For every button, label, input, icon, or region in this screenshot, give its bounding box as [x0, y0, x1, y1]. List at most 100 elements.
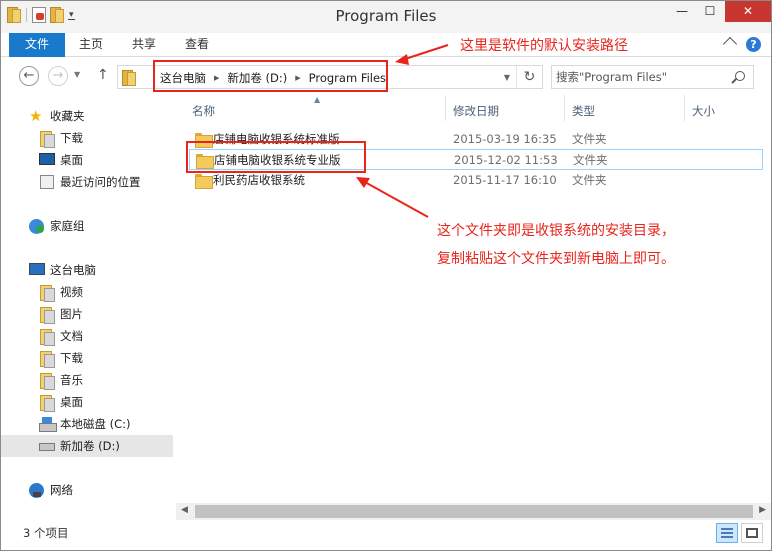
- downloads-folder-icon: [40, 131, 55, 148]
- sidebar-item-pictures[interactable]: 图片: [1, 303, 173, 325]
- recent-locations-dropdown-icon[interactable]: ▼: [74, 70, 80, 79]
- videos-folder-icon: [40, 285, 55, 302]
- column-header-date[interactable]: 修改日期: [453, 103, 499, 119]
- computer-icon: [29, 263, 45, 275]
- address-dropdown-icon[interactable]: ▼: [504, 73, 510, 82]
- sidebar-item-documents[interactable]: 文档: [1, 325, 173, 347]
- desktop-folder-icon: [40, 395, 55, 412]
- file-type: 文件夹: [573, 153, 608, 167]
- sidebar-item-label: 新加卷 (D:): [60, 439, 120, 453]
- sidebar-item-downloads-pc[interactable]: 下载: [1, 347, 173, 369]
- sidebar-item-label: 最近访问的位置: [60, 175, 141, 189]
- search-box[interactable]: [551, 65, 754, 89]
- network-icon: [29, 483, 44, 498]
- address-highlight-box: [153, 60, 388, 92]
- sort-ascending-icon: ▲: [314, 95, 321, 104]
- desktop-icon: [39, 153, 55, 165]
- sidebar-item-homegroup[interactable]: 家庭组: [1, 215, 173, 237]
- sidebar-item-label: 下载: [60, 351, 83, 365]
- close-button[interactable]: ✕: [725, 1, 771, 22]
- music-folder-icon: [40, 373, 55, 390]
- title-bar: ▾ Program Files — ☐ ✕: [1, 1, 771, 33]
- sidebar-item-label: 本地磁盘 (C:): [60, 417, 131, 431]
- folder-highlight-box: [186, 141, 366, 173]
- tab-home[interactable]: 主页: [79, 33, 103, 57]
- sidebar-item-network[interactable]: 网络: [1, 479, 173, 501]
- folder-icon: [195, 174, 213, 189]
- sidebar-item-downloads[interactable]: 下载: [1, 127, 173, 149]
- sidebar-item-recent[interactable]: 最近访问的位置: [1, 171, 173, 193]
- sidebar-item-label: 桌面: [60, 395, 83, 409]
- sidebar-item-label: 视频: [60, 285, 83, 299]
- file-date: 2015-12-02 11:53: [454, 153, 558, 167]
- file-type: 文件夹: [572, 132, 607, 146]
- sidebar-item-this-pc[interactable]: 这台电脑: [1, 259, 173, 281]
- refresh-button[interactable]: ↻: [516, 66, 542, 88]
- back-button[interactable]: ←: [19, 66, 39, 86]
- drive-icon: [39, 443, 55, 451]
- search-icon[interactable]: [735, 71, 745, 81]
- sidebar-item-label: 网络: [50, 483, 73, 497]
- file-type: 文件夹: [572, 173, 607, 187]
- tab-file[interactable]: 文件: [9, 33, 65, 57]
- sidebar-item-label: 这台电脑: [50, 263, 96, 277]
- path-annotation: 这里是软件的默认安装路径: [460, 38, 628, 54]
- tab-view[interactable]: 查看: [185, 33, 209, 57]
- tab-share[interactable]: 共享: [132, 33, 156, 57]
- folder-icon: [122, 70, 136, 86]
- scrollbar-thumb[interactable]: [195, 505, 753, 518]
- sidebar-item-videos[interactable]: 视频: [1, 281, 173, 303]
- ribbon-tabs: 文件 主页 共享 查看 ?: [1, 33, 771, 57]
- large-icons-view-icon: [746, 528, 758, 538]
- column-divider[interactable]: [564, 95, 565, 121]
- folder-annotation-line2: 复制粘贴这个文件夹到新电脑上即可。: [437, 251, 675, 267]
- sidebar-item-label: 收藏夹: [50, 109, 85, 123]
- minimize-button[interactable]: —: [669, 1, 695, 22]
- navigation-pane: ★ 收藏夹 下载 桌面 最近访问的位置 家庭组 这台电脑 视频 图片 文档 下载…: [1, 95, 176, 519]
- maximize-button[interactable]: ☐: [697, 1, 723, 22]
- sidebar-item-label: 桌面: [60, 153, 83, 167]
- column-header-size[interactable]: 大小: [692, 103, 715, 119]
- sidebar-item-label: 家庭组: [50, 219, 85, 233]
- scroll-right-icon[interactable]: ▶: [759, 505, 766, 515]
- window-title: Program Files: [335, 7, 437, 25]
- sidebar-item-desktop[interactable]: 桌面: [1, 149, 173, 171]
- scroll-left-icon[interactable]: ◀: [181, 505, 188, 515]
- sidebar-item-music[interactable]: 音乐: [1, 369, 173, 391]
- sidebar-item-label: 文档: [60, 329, 83, 343]
- horizontal-scrollbar[interactable]: ◀ ▶: [176, 503, 771, 520]
- up-button[interactable]: ↑: [97, 67, 109, 83]
- file-date: 2015-03-19 16:35: [453, 132, 557, 146]
- file-date: 2015-11-17 16:10: [453, 173, 557, 187]
- details-view-icon: [721, 528, 733, 538]
- homegroup-icon: [29, 219, 44, 234]
- forward-button[interactable]: →: [48, 66, 68, 86]
- system-drive-icon: [39, 417, 57, 432]
- sidebar-item-drive-c[interactable]: 本地磁盘 (C:): [1, 413, 173, 435]
- column-divider[interactable]: [684, 95, 685, 121]
- details-view-button[interactable]: [716, 523, 738, 543]
- search-input[interactable]: [556, 68, 726, 86]
- sidebar-item-label: 音乐: [60, 373, 83, 387]
- star-icon: ★: [29, 107, 43, 125]
- column-header-type[interactable]: 类型: [572, 103, 595, 119]
- help-icon[interactable]: ?: [746, 37, 761, 52]
- large-icons-view-button[interactable]: [741, 523, 763, 543]
- recent-places-icon: [40, 175, 54, 189]
- list-item[interactable]: 利民药店收银系统 2015-11-17 16:10 文件夹: [189, 170, 763, 191]
- documents-folder-icon: [40, 329, 55, 346]
- sidebar-item-desktop-pc[interactable]: 桌面: [1, 391, 173, 413]
- sidebar-item-label: 图片: [60, 307, 83, 321]
- pictures-folder-icon: [40, 307, 55, 324]
- file-name: 利民药店收银系统: [213, 173, 305, 187]
- folder-annotation-line1: 这个文件夹即是收银系统的安装目录，: [437, 223, 675, 239]
- sidebar-item-label: 下载: [60, 131, 83, 145]
- sidebar-item-favorites[interactable]: ★ 收藏夹: [1, 105, 173, 127]
- column-divider[interactable]: [445, 95, 446, 121]
- item-count: 3 个项目: [23, 526, 69, 540]
- sidebar-item-drive-d[interactable]: 新加卷 (D:): [1, 435, 173, 457]
- status-bar: 3 个项目: [1, 520, 771, 550]
- expand-ribbon-icon[interactable]: [722, 36, 738, 52]
- downloads-folder-icon: [40, 351, 55, 368]
- column-header-name[interactable]: 名称: [192, 103, 215, 119]
